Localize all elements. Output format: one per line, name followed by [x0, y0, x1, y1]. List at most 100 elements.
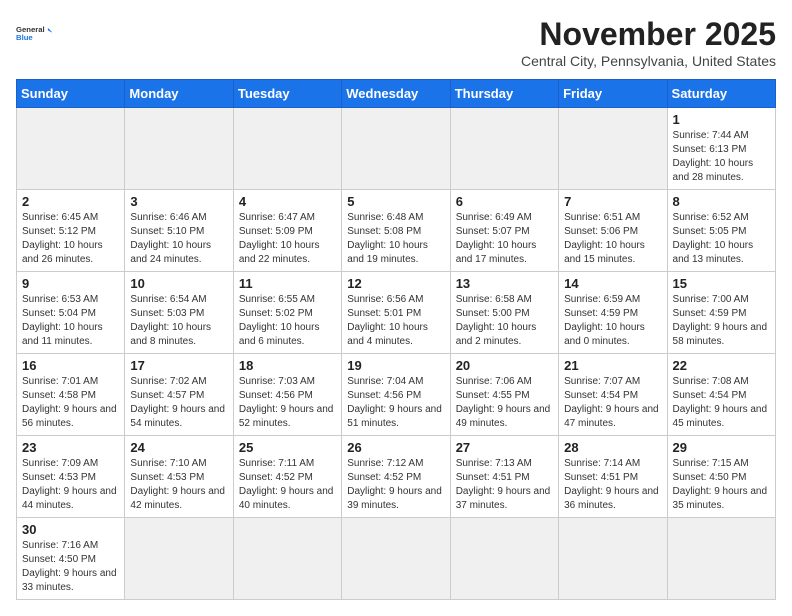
day-info: Sunrise: 7:06 AM Sunset: 4:55 PM Dayligh… [456, 375, 553, 431]
calendar-week-1: 1 Sunrise: 7:44 AM Sunset: 6:13 PM Daylig… [17, 108, 776, 190]
column-header-monday: Monday [125, 80, 233, 108]
page-header: General Blue November 2025 Central City,… [16, 16, 776, 69]
calendar-cell: 5Sunrise: 6:48 AM Sunset: 5:08 PM Daylig… [342, 190, 450, 272]
day-number: 29 [673, 440, 770, 455]
calendar-cell: 22 Sunrise: 7:08 AM Sunset: 4:54 PM Dayli… [667, 354, 775, 436]
calendar-cell: 14Sunrise: 6:59 AM Sunset: 4:59 PM Dayli… [559, 272, 667, 354]
calendar-cell [233, 518, 341, 600]
day-info: Sunrise: 7:14 AM Sunset: 4:51 PM Dayligh… [564, 457, 661, 513]
day-number: 25 [239, 440, 336, 455]
calendar-cell: 30 Sunrise: 7:16 AM Sunset: 4:50 PM Dayli… [17, 518, 125, 600]
day-number: 15 [673, 276, 770, 291]
day-info: Sunrise: 6:47 AM Sunset: 5:09 PM Dayligh… [239, 211, 336, 267]
calendar-cell: 19 Sunrise: 7:04 AM Sunset: 4:56 PM Dayli… [342, 354, 450, 436]
calendar-cell: 20 Sunrise: 7:06 AM Sunset: 4:55 PM Dayli… [450, 354, 558, 436]
calendar-week-2: 2 Sunrise: 6:45 AM Sunset: 5:12 PM Daylig… [17, 190, 776, 272]
calendar-cell: 16 Sunrise: 7:01 AM Sunset: 4:58 PM Dayli… [17, 354, 125, 436]
location: Central City, Pennsylvania, United State… [521, 53, 776, 69]
day-number: 3 [130, 194, 227, 209]
day-info: Sunrise: 7:13 AM Sunset: 4:51 PM Dayligh… [456, 457, 553, 513]
day-info: Sunrise: 7:07 AM Sunset: 4:54 PM Dayligh… [564, 375, 661, 431]
calendar-cell [342, 518, 450, 600]
day-number: 10 [130, 276, 227, 291]
calendar-week-6: 30 Sunrise: 7:16 AM Sunset: 4:50 PM Dayli… [17, 518, 776, 600]
day-info: Sunrise: 7:16 AM Sunset: 4:50 PM Dayligh… [22, 539, 119, 595]
day-number: 5 [347, 194, 444, 209]
day-info: Sunrise: 7:01 AM Sunset: 4:58 PM Dayligh… [22, 375, 119, 431]
calendar-week-4: 16 Sunrise: 7:01 AM Sunset: 4:58 PM Dayli… [17, 354, 776, 436]
calendar-table: SundayMondayTuesdayWednesdayThursdayFrid… [16, 79, 776, 600]
calendar-cell: 21Sunrise: 7:07 AM Sunset: 4:54 PM Dayli… [559, 354, 667, 436]
day-number: 14 [564, 276, 661, 291]
day-number: 20 [456, 358, 553, 373]
svg-text:General: General [16, 25, 45, 34]
column-header-friday: Friday [559, 80, 667, 108]
day-info: Sunrise: 6:56 AM Sunset: 5:01 PM Dayligh… [347, 293, 444, 349]
month-title: November 2025 [521, 16, 776, 53]
calendar-cell [17, 108, 125, 190]
day-info: Sunrise: 7:00 AM Sunset: 4:59 PM Dayligh… [673, 293, 770, 349]
calendar-cell: 4 Sunrise: 6:47 AM Sunset: 5:09 PM Daylig… [233, 190, 341, 272]
day-number: 24 [130, 440, 227, 455]
calendar-cell: 27Sunrise: 7:13 AM Sunset: 4:51 PM Dayli… [450, 436, 558, 518]
day-info: Sunrise: 7:15 AM Sunset: 4:50 PM Dayligh… [673, 457, 770, 513]
calendar-cell: 2 Sunrise: 6:45 AM Sunset: 5:12 PM Daylig… [17, 190, 125, 272]
day-number: 6 [456, 194, 553, 209]
day-info: Sunrise: 6:52 AM Sunset: 5:05 PM Dayligh… [673, 211, 770, 267]
day-number: 19 [347, 358, 444, 373]
calendar-cell: 1 Sunrise: 7:44 AM Sunset: 6:13 PM Daylig… [667, 108, 775, 190]
day-info: Sunrise: 7:08 AM Sunset: 4:54 PM Dayligh… [673, 375, 770, 431]
column-header-tuesday: Tuesday [233, 80, 341, 108]
calendar-cell: 11Sunrise: 6:55 AM Sunset: 5:02 PM Dayli… [233, 272, 341, 354]
calendar-cell [125, 518, 233, 600]
day-info: Sunrise: 6:49 AM Sunset: 5:07 PM Dayligh… [456, 211, 553, 267]
calendar-cell [559, 518, 667, 600]
calendar-cell [233, 108, 341, 190]
column-header-saturday: Saturday [667, 80, 775, 108]
calendar-cell: 10 Sunrise: 6:54 AM Sunset: 5:03 PM Dayli… [125, 272, 233, 354]
calendar-week-5: 23 Sunrise: 7:09 AM Sunset: 4:53 PM Dayli… [17, 436, 776, 518]
day-info: Sunrise: 6:54 AM Sunset: 5:03 PM Dayligh… [130, 293, 227, 349]
calendar-cell: 15 Sunrise: 7:00 AM Sunset: 4:59 PM Dayli… [667, 272, 775, 354]
calendar-cell: 23 Sunrise: 7:09 AM Sunset: 4:53 PM Dayli… [17, 436, 125, 518]
calendar-cell: 6 Sunrise: 6:49 AM Sunset: 5:07 PM Daylig… [450, 190, 558, 272]
day-info: Sunrise: 6:53 AM Sunset: 5:04 PM Dayligh… [22, 293, 119, 349]
day-info: Sunrise: 7:09 AM Sunset: 4:53 PM Dayligh… [22, 457, 119, 513]
day-number: 9 [22, 276, 119, 291]
calendar-cell: 12Sunrise: 6:56 AM Sunset: 5:01 PM Dayli… [342, 272, 450, 354]
calendar-cell [667, 518, 775, 600]
calendar-cell [559, 108, 667, 190]
day-info: Sunrise: 7:04 AM Sunset: 4:56 PM Dayligh… [347, 375, 444, 431]
day-number: 7 [564, 194, 661, 209]
day-info: Sunrise: 6:45 AM Sunset: 5:12 PM Dayligh… [22, 211, 119, 267]
calendar-cell: 9 Sunrise: 6:53 AM Sunset: 5:04 PM Daylig… [17, 272, 125, 354]
day-number: 17 [130, 358, 227, 373]
day-info: Sunrise: 6:46 AM Sunset: 5:10 PM Dayligh… [130, 211, 227, 267]
calendar-cell: 7 Sunrise: 6:51 AM Sunset: 5:06 PM Daylig… [559, 190, 667, 272]
day-info: Sunrise: 7:02 AM Sunset: 4:57 PM Dayligh… [130, 375, 227, 431]
day-number: 4 [239, 194, 336, 209]
day-number: 11 [239, 276, 336, 291]
calendar-week-3: 9 Sunrise: 6:53 AM Sunset: 5:04 PM Daylig… [17, 272, 776, 354]
column-header-thursday: Thursday [450, 80, 558, 108]
day-number: 30 [22, 522, 119, 537]
day-number: 26 [347, 440, 444, 455]
calendar-cell: 8Sunrise: 6:52 AM Sunset: 5:05 PM Daylig… [667, 190, 775, 272]
day-number: 2 [22, 194, 119, 209]
day-number: 23 [22, 440, 119, 455]
day-info: Sunrise: 6:58 AM Sunset: 5:00 PM Dayligh… [456, 293, 553, 349]
day-number: 22 [673, 358, 770, 373]
calendar-cell: 3 Sunrise: 6:46 AM Sunset: 5:10 PM Daylig… [125, 190, 233, 272]
day-info: Sunrise: 7:44 AM Sunset: 6:13 PM Dayligh… [673, 129, 770, 185]
day-info: Sunrise: 6:51 AM Sunset: 5:06 PM Dayligh… [564, 211, 661, 267]
calendar-cell [450, 518, 558, 600]
calendar-cell: 28Sunrise: 7:14 AM Sunset: 4:51 PM Dayli… [559, 436, 667, 518]
day-number: 1 [673, 112, 770, 127]
calendar-cell [125, 108, 233, 190]
calendar-cell: 29 Sunrise: 7:15 AM Sunset: 4:50 PM Dayli… [667, 436, 775, 518]
logo: General Blue [16, 16, 52, 52]
day-number: 16 [22, 358, 119, 373]
column-header-wednesday: Wednesday [342, 80, 450, 108]
day-info: Sunrise: 7:11 AM Sunset: 4:52 PM Dayligh… [239, 457, 336, 513]
calendar-cell: 24Sunrise: 7:10 AM Sunset: 4:53 PM Dayli… [125, 436, 233, 518]
